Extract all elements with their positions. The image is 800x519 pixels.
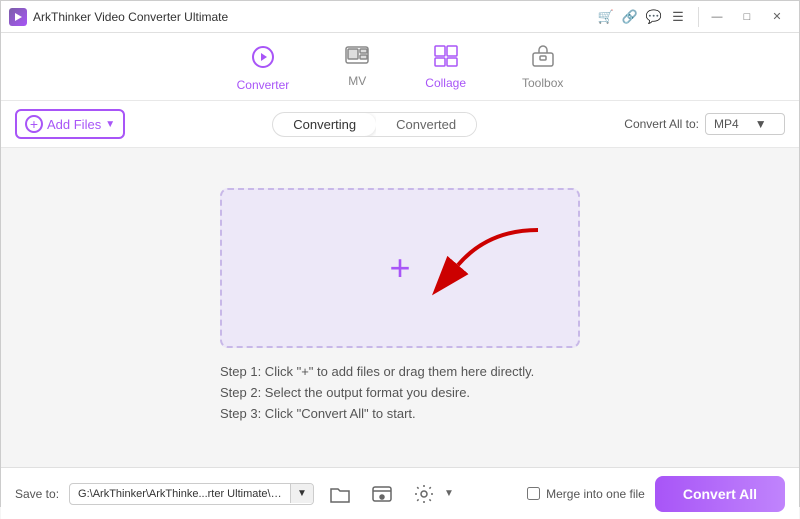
step3: Step 3: Click "Convert All" to start. [220, 406, 580, 421]
merge-label: Merge into one file [546, 487, 645, 501]
link-icon[interactable]: 🔗 [622, 9, 638, 25]
settings-icon-button[interactable] [408, 478, 440, 510]
collage-icon [434, 45, 458, 73]
preview-icon-button[interactable] [366, 478, 398, 510]
chat-icon[interactable]: 💬 [646, 9, 662, 25]
tab-converter-label: Converter [237, 78, 290, 92]
merge-checkbox-input[interactable] [527, 487, 540, 500]
main-content: + Step 1: Click "+" to add files or drag… [1, 148, 799, 467]
format-dropdown-arrow: ▼ [755, 117, 767, 131]
title-bar-left: ArkThinker Video Converter Ultimate [9, 8, 228, 26]
menu-icon[interactable]: ☰ [670, 9, 686, 25]
minimize-button[interactable]: — [703, 6, 731, 28]
tab-switcher: Converting Converted [272, 112, 477, 137]
settings-dropdown-arrow[interactable]: ▼ [444, 488, 454, 499]
selected-format: MP4 [714, 117, 739, 131]
convert-all-to-label: Convert All to: [624, 117, 699, 131]
dropdown-arrow-icon: ▼ [105, 119, 115, 130]
converting-tab[interactable]: Converting [273, 113, 376, 136]
step1: Step 1: Click "+" to add files or drag t… [220, 364, 580, 379]
tab-mv-label: MV [348, 74, 366, 88]
save-to-label: Save to: [15, 487, 59, 501]
instructions: Step 1: Click "+" to add files or drag t… [220, 364, 580, 427]
toolbox-icon [531, 45, 555, 73]
bottom-bar: Save to: G:\ArkThinker\ArkThinke...rter … [1, 467, 799, 519]
mv-icon [345, 45, 369, 71]
step2: Step 2: Select the output format you des… [220, 385, 580, 400]
drop-zone[interactable]: + [220, 188, 580, 348]
close-button[interactable]: ✕ [763, 6, 791, 28]
convert-all-to: Convert All to: MP4 ▼ [624, 113, 785, 135]
add-files-button[interactable]: + Add Files ▼ [15, 109, 125, 139]
format-select[interactable]: MP4 ▼ [705, 113, 785, 135]
save-path-dropdown[interactable]: ▼ [290, 484, 313, 503]
window-controls: — □ ✕ [703, 6, 791, 28]
nav-tabs: Converter MV Collage [1, 33, 799, 101]
plus-circle-icon: + [25, 115, 43, 133]
app-title: ArkThinker Video Converter Ultimate [33, 10, 228, 24]
add-files-label: Add Files [47, 117, 101, 132]
tab-collage[interactable]: Collage [417, 41, 474, 96]
folder-icon-button[interactable] [324, 478, 356, 510]
converter-icon [251, 45, 275, 75]
tab-collage-label: Collage [425, 76, 466, 90]
maximize-button[interactable]: □ [733, 6, 761, 28]
title-bar-icons: 🛒 🔗 💬 ☰ [598, 9, 686, 25]
merge-checkbox-label[interactable]: Merge into one file [527, 487, 645, 501]
toolbar: + Add Files ▼ Converting Converted Conve… [1, 101, 799, 148]
tab-toolbox-label: Toolbox [522, 76, 563, 90]
add-plus-icon: + [389, 250, 410, 286]
tab-mv[interactable]: MV [337, 41, 377, 96]
convert-all-button[interactable]: Convert All [655, 476, 785, 512]
save-path: G:\ArkThinker\ArkThinke...rter Ultimate\… [69, 483, 314, 505]
converted-tab[interactable]: Converted [376, 113, 476, 136]
save-path-text: G:\ArkThinker\ArkThinke...rter Ultimate\… [70, 484, 290, 504]
tab-toolbox[interactable]: Toolbox [514, 41, 571, 96]
tab-converter[interactable]: Converter [229, 41, 298, 96]
title-bar: ArkThinker Video Converter Ultimate 🛒 🔗 … [1, 1, 799, 33]
app-icon [9, 8, 27, 26]
red-arrow [428, 220, 548, 305]
divider [698, 7, 699, 27]
cart-icon[interactable]: 🛒 [598, 9, 614, 25]
